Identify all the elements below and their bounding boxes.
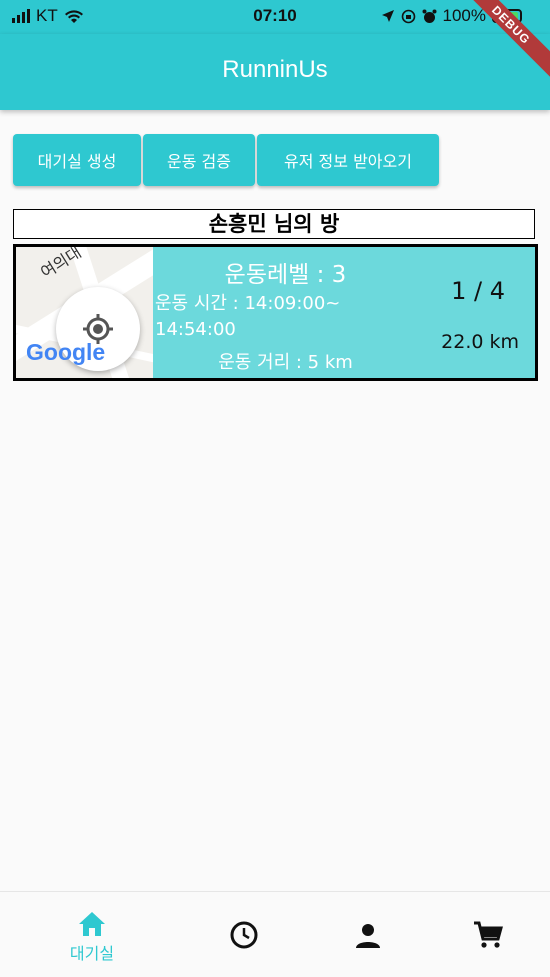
nav-item-history[interactable] <box>216 892 272 977</box>
exercise-level: 운동레벨 : 3 <box>224 262 347 288</box>
total-distance: 22.0 km <box>441 331 519 353</box>
bottom-navigation: 대기실 <box>0 891 550 977</box>
fetch-user-info-button[interactable]: 유저 정보 받아오기 <box>257 134 439 186</box>
exercise-time-start: 운동 시간 : 14:09:00~ <box>155 293 341 314</box>
clock-icon <box>230 921 258 949</box>
exercise-time-end: 14:54:00 <box>155 319 236 340</box>
map-view[interactable]: 여의대 Google <box>16 247 153 378</box>
debug-banner-area: DEBUG <box>430 0 550 120</box>
location-arrow-icon <box>381 10 394 22</box>
verify-exercise-button[interactable]: 운동 검증 <box>143 134 255 186</box>
rotation-lock-icon <box>401 9 415 23</box>
create-room-button[interactable]: 대기실 생성 <box>13 134 141 186</box>
room-title: 손흥민 님의 방 <box>13 209 535 239</box>
nav-item-profile[interactable] <box>340 892 396 977</box>
debug-banner: DEBUG <box>451 0 550 85</box>
room-card[interactable]: 여의대 Google 운동레벨 : 3 운동 시간 : 14:09:00~ 14… <box>13 244 538 381</box>
nav-item-shop[interactable] <box>460 892 516 977</box>
cart-icon <box>474 921 503 948</box>
home-icon <box>79 912 105 936</box>
google-logo: Google <box>26 339 106 365</box>
person-icon <box>356 924 380 948</box>
exercise-time: 운동 시간 : 14:09:00~ 14:54:00 <box>155 291 375 343</box>
exercise-distance: 운동 거리 : 5 km <box>218 352 353 373</box>
nav-item-waiting-room[interactable]: 대기실 <box>56 892 128 977</box>
nav-label-waiting-room: 대기실 <box>69 944 115 963</box>
action-buttons: 대기실 생성 운동 검증 유저 정보 받아오기 <box>13 134 439 186</box>
participant-count: 1 / 4 <box>451 277 505 305</box>
room-info: 운동레벨 : 3 운동 시간 : 14:09:00~ 14:54:00 운동 거… <box>153 247 443 378</box>
